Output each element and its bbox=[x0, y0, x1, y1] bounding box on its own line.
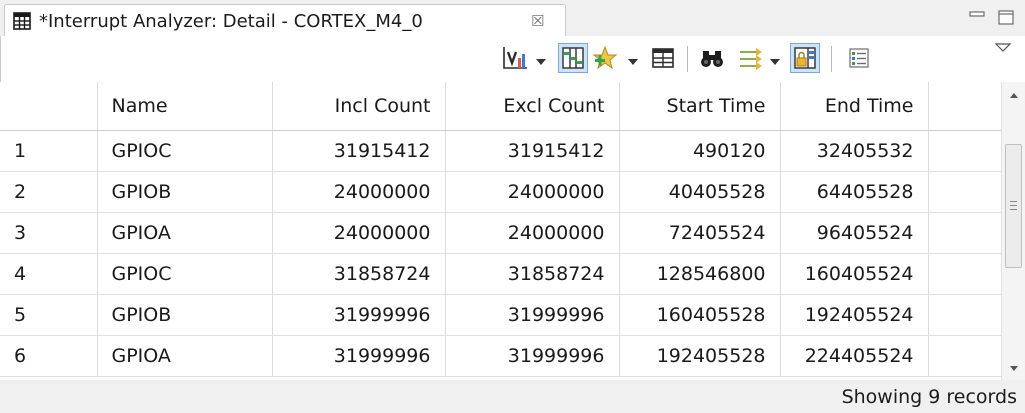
row-index: 2 bbox=[0, 171, 98, 213]
cell-filler bbox=[928, 212, 1002, 254]
cell-filler bbox=[928, 294, 1002, 336]
column-header-index[interactable] bbox=[0, 82, 98, 131]
cell-start-time: 128546800 bbox=[619, 253, 781, 295]
row-index: 3 bbox=[0, 212, 98, 254]
cell-start-time: 72405524 bbox=[619, 212, 781, 254]
cell-name: GPIOA bbox=[97, 212, 273, 254]
cell-filler bbox=[928, 335, 1002, 377]
cell-incl-count: 31858724 bbox=[272, 253, 446, 295]
cell-incl-count: 24000000 bbox=[272, 171, 446, 213]
table-row[interactable]: 3 GPIOA 24000000 24000000 72405524 96405… bbox=[0, 212, 1002, 254]
cell-start-time: 192405528 bbox=[619, 335, 781, 377]
column-header-name[interactable]: Name bbox=[97, 82, 273, 131]
cell-incl-count: 31999996 bbox=[272, 335, 446, 377]
view-toolbar bbox=[0, 36, 1025, 82]
records-table: Name Incl Count Excl Count Start Time En… bbox=[0, 82, 1002, 377]
grip-line bbox=[1010, 201, 1017, 202]
cell-end-time: 224405524 bbox=[780, 335, 929, 377]
scroll-up-arrow-icon[interactable] bbox=[1007, 88, 1021, 102]
row-index: 4 bbox=[0, 253, 98, 295]
cell-name: GPIOA bbox=[97, 335, 273, 377]
table-row[interactable]: 4 GPIOC 31858724 31858724 128546800 1604… bbox=[0, 253, 1002, 295]
status-bar: Showing 9 records bbox=[0, 380, 1025, 413]
close-icon[interactable]: ☒ bbox=[531, 11, 544, 31]
cell-start-time: 160405528 bbox=[619, 294, 781, 336]
row-index: 1 bbox=[0, 130, 98, 172]
cell-name: GPIOB bbox=[97, 294, 273, 336]
row-index: 5 bbox=[0, 294, 98, 336]
cell-name: GPIOC bbox=[97, 130, 273, 172]
grip-line bbox=[1010, 205, 1017, 206]
scroll-down-arrow-icon[interactable] bbox=[1007, 360, 1021, 374]
maximize-icon[interactable] bbox=[997, 8, 1015, 26]
toolbar-separator bbox=[687, 46, 688, 72]
vertical-scrollbar[interactable] bbox=[1001, 82, 1025, 380]
cell-end-time: 96405524 bbox=[780, 212, 929, 254]
chart-icon[interactable] bbox=[501, 44, 529, 72]
table-columns-icon[interactable] bbox=[649, 44, 677, 72]
view-menu-icon[interactable] bbox=[993, 40, 1021, 68]
row-index: 6 bbox=[0, 335, 98, 377]
cell-start-time: 490120 bbox=[619, 130, 781, 172]
editor-tab-bar: *Interrupt Analyzer: Detail - CORTEX_M4_… bbox=[0, 0, 1025, 38]
chevron-down-icon[interactable] bbox=[627, 52, 639, 65]
cell-excl-count: 31915412 bbox=[445, 130, 620, 172]
cell-excl-count: 31999996 bbox=[445, 335, 620, 377]
cell-filler bbox=[928, 171, 1002, 213]
binoculars-icon[interactable] bbox=[698, 44, 726, 72]
cell-excl-count: 24000000 bbox=[445, 171, 620, 213]
cell-incl-count: 31915412 bbox=[272, 130, 446, 172]
column-header-incl-count[interactable]: Incl Count bbox=[272, 82, 446, 131]
column-header-filler bbox=[928, 82, 1002, 131]
cell-excl-count: 31858724 bbox=[445, 253, 620, 295]
scrollbar-thumb[interactable] bbox=[1005, 144, 1022, 268]
cell-name: GPIOC bbox=[97, 253, 273, 295]
tab-interrupt-analyzer[interactable]: *Interrupt Analyzer: Detail - CORTEX_M4_… bbox=[4, 4, 566, 38]
filter-arrows-icon[interactable] bbox=[736, 44, 764, 72]
chevron-down-icon[interactable] bbox=[769, 52, 781, 65]
table-row[interactable]: 5 GPIOB 31999996 31999996 160405528 1924… bbox=[0, 294, 1002, 336]
records-count-status: Showing 9 records bbox=[841, 386, 1017, 408]
column-header-end-time[interactable]: End Time bbox=[780, 82, 929, 131]
column-header-excl-count[interactable]: Excl Count bbox=[445, 82, 620, 131]
cell-end-time: 64405528 bbox=[780, 171, 929, 213]
cell-incl-count: 31999996 bbox=[272, 294, 446, 336]
cell-filler bbox=[928, 130, 1002, 172]
cell-excl-count: 31999996 bbox=[445, 294, 620, 336]
column-header-start-time[interactable]: Start Time bbox=[619, 82, 781, 131]
records-table-container: Name Incl Count Excl Count Start Time En… bbox=[0, 82, 1025, 380]
cell-end-time: 192405524 bbox=[780, 294, 929, 336]
chevron-down-icon[interactable] bbox=[535, 52, 547, 65]
cell-end-time: 32405532 bbox=[780, 130, 929, 172]
table-row[interactable]: 2 GPIOB 24000000 24000000 40405528 64405… bbox=[0, 171, 1002, 213]
cell-name: GPIOB bbox=[97, 171, 273, 213]
settings-list-icon[interactable] bbox=[845, 44, 873, 72]
table-grid-icon bbox=[13, 12, 31, 30]
tab-title: *Interrupt Analyzer: Detail - CORTEX_M4_… bbox=[39, 11, 423, 32]
columns-icon[interactable] bbox=[558, 43, 588, 73]
cell-incl-count: 24000000 bbox=[272, 212, 446, 254]
table-header-row: Name Incl Count Excl Count Start Time En… bbox=[0, 82, 1002, 131]
table-row[interactable]: 1 GPIOC 31915412 31915412 490120 3240553… bbox=[0, 130, 1002, 172]
toolbar-separator bbox=[831, 46, 832, 72]
grip-line bbox=[1010, 209, 1017, 210]
cell-filler bbox=[928, 253, 1002, 295]
minimize-icon[interactable] bbox=[968, 8, 986, 26]
table-row[interactable]: 6 GPIOA 31999996 31999996 192405528 2244… bbox=[0, 335, 1002, 377]
cell-excl-count: 24000000 bbox=[445, 212, 620, 254]
star-plus-icon[interactable] bbox=[591, 44, 619, 72]
cell-start-time: 40405528 bbox=[619, 171, 781, 213]
lock-columns-icon[interactable] bbox=[790, 43, 820, 73]
cell-end-time: 160405524 bbox=[780, 253, 929, 295]
